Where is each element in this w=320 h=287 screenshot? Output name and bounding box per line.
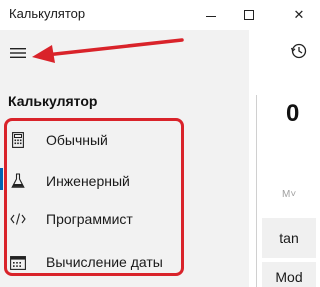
annotation-arrow [32, 38, 184, 63]
